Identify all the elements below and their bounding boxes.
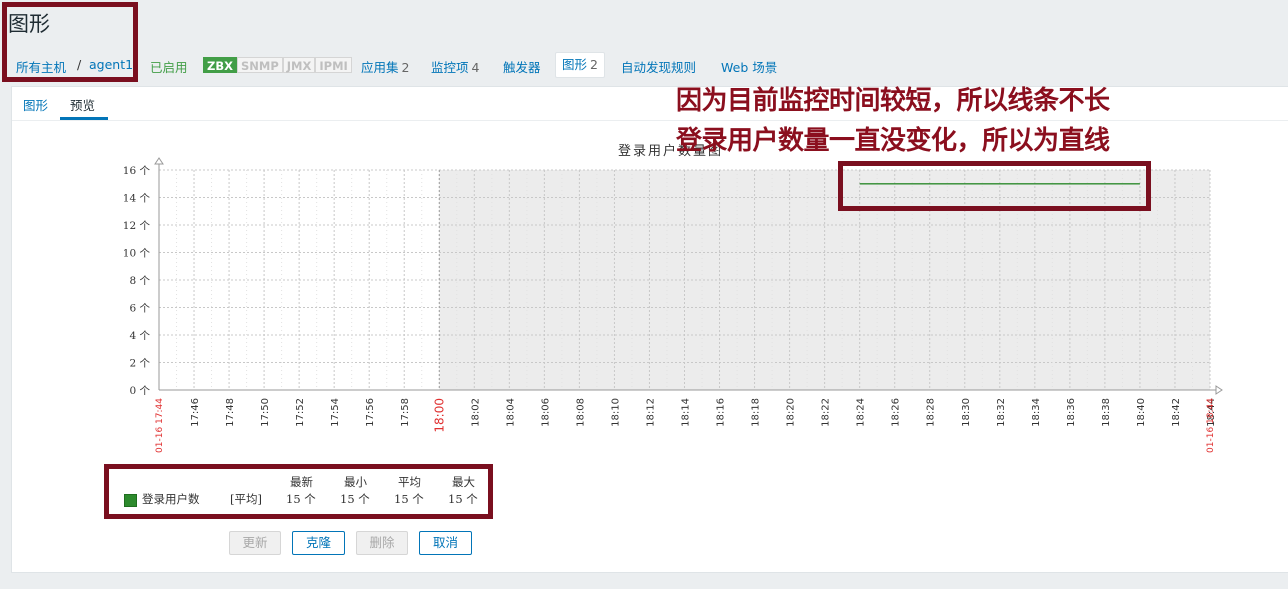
x-end-label: 01-16 18:44 <box>1206 398 1216 453</box>
x-tick-label: 18:10 <box>610 398 621 427</box>
annotation-line-2: 登录用户数量一直没变化，所以为直线 <box>676 126 1110 156</box>
x-tick-label: 17:54 <box>330 398 341 427</box>
x-tick-label: 18:42 <box>1171 398 1182 427</box>
y-tick-label: 14 个 <box>123 193 151 205</box>
x-tick-label: 18:06 <box>540 398 551 427</box>
x-tick-label: 18:20 <box>786 398 797 427</box>
x-tick-label: 18:16 <box>716 398 727 427</box>
highlight-box-line <box>838 161 1151 211</box>
x-axis-arrow <box>1215 385 1223 395</box>
clone-button[interactable]: 克隆 <box>292 531 345 555</box>
x-tick-label: 18:08 <box>575 398 586 427</box>
y-tick-label: 0 个 <box>129 385 150 397</box>
y-axis-arrow <box>154 157 164 165</box>
x-tick-label: 18:34 <box>1031 398 1042 427</box>
x-tick-label: 18:00 <box>432 398 446 433</box>
x-tick-label: 17:46 <box>190 398 201 427</box>
x-tick-label: 18:38 <box>1101 398 1112 427</box>
y-tick-label: 6 个 <box>129 303 150 315</box>
x-tick-label: 18:04 <box>505 398 516 427</box>
y-tick-label: 8 个 <box>129 275 150 287</box>
y-tick-label: 12 个 <box>123 220 151 232</box>
x-tick-label: 17:58 <box>400 398 411 427</box>
y-tick-label: 16 个 <box>123 165 151 177</box>
update-button[interactable]: 更新 <box>229 531 281 555</box>
x-tick-label: 17:48 <box>225 398 236 427</box>
delete-button[interactable]: 删除 <box>356 531 408 555</box>
y-tick-label: 10 个 <box>123 248 151 260</box>
x-tick-label: 18:02 <box>470 398 481 427</box>
x-tick-label: 18:28 <box>926 398 937 427</box>
y-tick-label: 2 个 <box>129 358 150 370</box>
x-tick-label: 18:12 <box>645 398 656 427</box>
x-tick-label: 18:14 <box>681 398 692 427</box>
annotation-line-1: 因为目前监控时间较短，所以线条不长 <box>676 86 1110 116</box>
x-tick-label: 18:30 <box>961 398 972 427</box>
x-tick-label: 18:22 <box>821 398 832 427</box>
x-tick-label: 18:36 <box>1066 398 1077 427</box>
x-tick-label: 18:18 <box>751 398 762 427</box>
x-tick-label: 18:40 <box>1136 398 1147 427</box>
x-tick-label: 18:26 <box>891 398 902 427</box>
x-tick-label: 17:50 <box>260 398 271 427</box>
x-tick-label: 18:24 <box>856 398 867 427</box>
x-start-label: 01-16 17:44 <box>155 398 165 453</box>
y-tick-label: 4 个 <box>129 330 150 342</box>
x-tick-label: 17:56 <box>365 398 376 427</box>
highlight-box-legend <box>104 464 493 519</box>
x-tick-label: 17:52 <box>295 398 306 427</box>
x-tick-label: 18:32 <box>996 398 1007 427</box>
highlight-box-title <box>2 2 138 82</box>
cancel-button[interactable]: 取消 <box>419 531 472 555</box>
